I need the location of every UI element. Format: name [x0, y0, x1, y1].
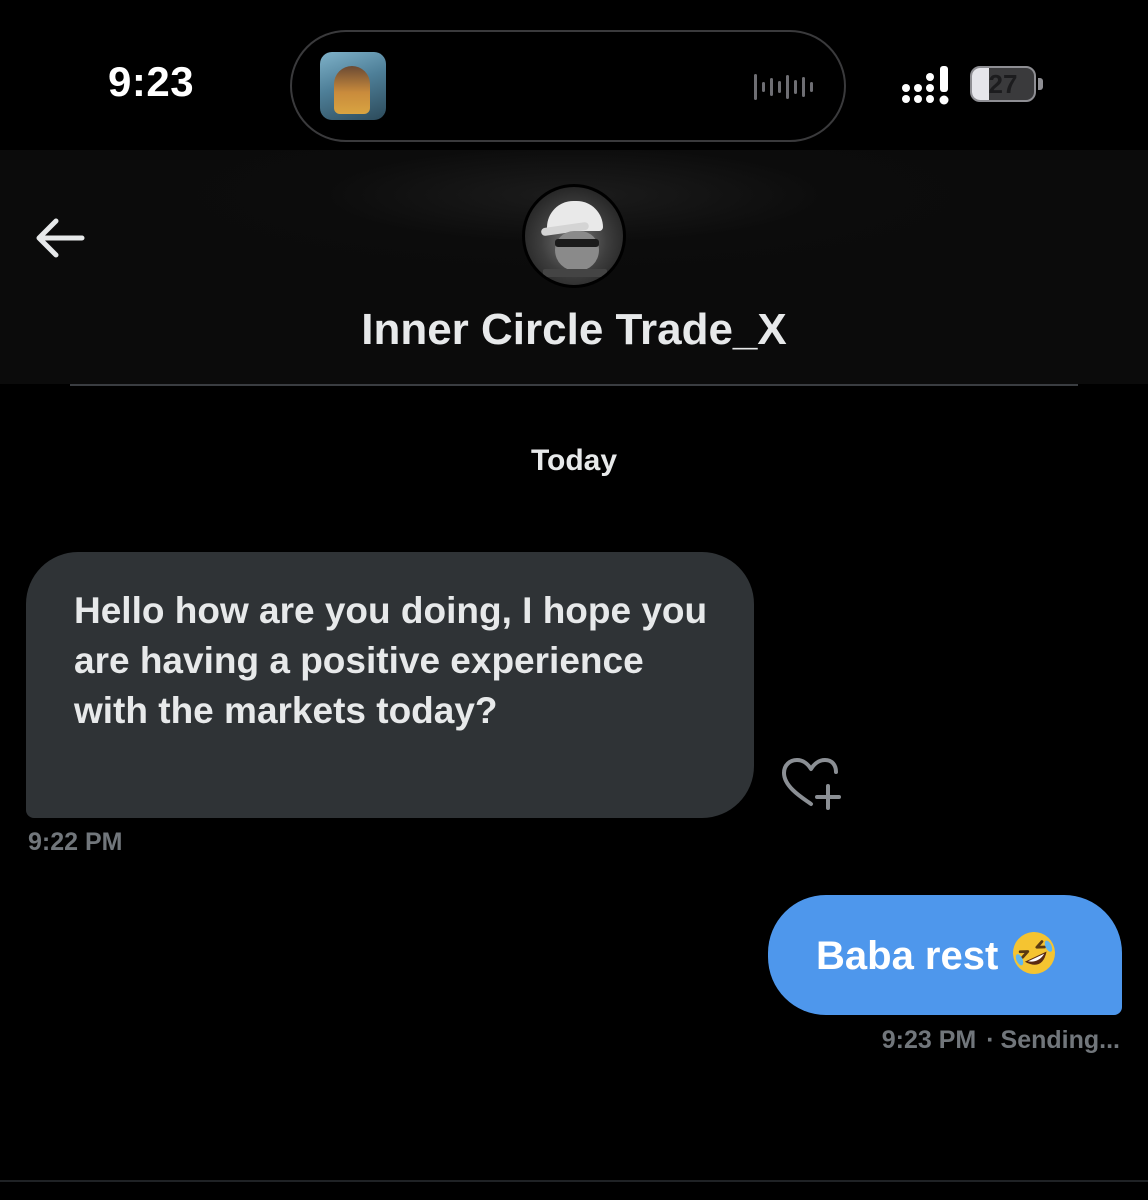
thumbnail-figure [334, 66, 370, 114]
avatar-glasses [555, 239, 599, 247]
sent-message-bubble[interactable]: Baba rest [768, 895, 1122, 1015]
sent-message-content: Baba rest [816, 929, 1058, 979]
cellular-signal-icon [902, 66, 949, 105]
received-message-time: 9:22 PM [28, 828, 123, 856]
now-playing-thumbnail[interactable] [320, 52, 386, 120]
header-divider [70, 384, 1078, 386]
rolling-on-floor-laughing-emoji [1010, 929, 1058, 977]
back-button[interactable] [30, 210, 90, 266]
sent-message-meta: 9:23 PM · Sending... [882, 1026, 1120, 1055]
audio-waveform-icon [754, 74, 813, 100]
dynamic-island[interactable] [290, 30, 846, 142]
status-bar-time: 9:23 [108, 58, 195, 105]
contact-avatar[interactable] [522, 184, 626, 288]
back-arrow-icon [36, 218, 85, 258]
sent-message-status: Sending... [1000, 1026, 1120, 1054]
contact-name[interactable]: Inner Circle Trade_X [0, 305, 1148, 355]
date-separator: Today [530, 444, 618, 477]
received-message-text: Hello how are you doing, I hope you are … [74, 590, 708, 731]
sent-message-text: Baba rest [816, 934, 999, 978]
received-message-bubble[interactable]: Hello how are you doing, I hope you are … [26, 552, 754, 818]
dm-conversation-screen: 9:23 27 Inner Circle Trade_X Today Hello… [0, 0, 1148, 1200]
avatar-face [555, 231, 599, 271]
battery-icon: 27 [970, 66, 1036, 102]
status-separator: · [986, 1026, 995, 1054]
battery-terminal [1038, 78, 1043, 90]
battery-level: 27 [988, 69, 1018, 99]
sent-message-time: 9:23 PM [881, 1026, 977, 1054]
add-reaction-button[interactable] [778, 756, 844, 812]
composer-divider [0, 1180, 1148, 1182]
heart-plus-icon [782, 758, 841, 810]
avatar-caption [543, 269, 607, 277]
